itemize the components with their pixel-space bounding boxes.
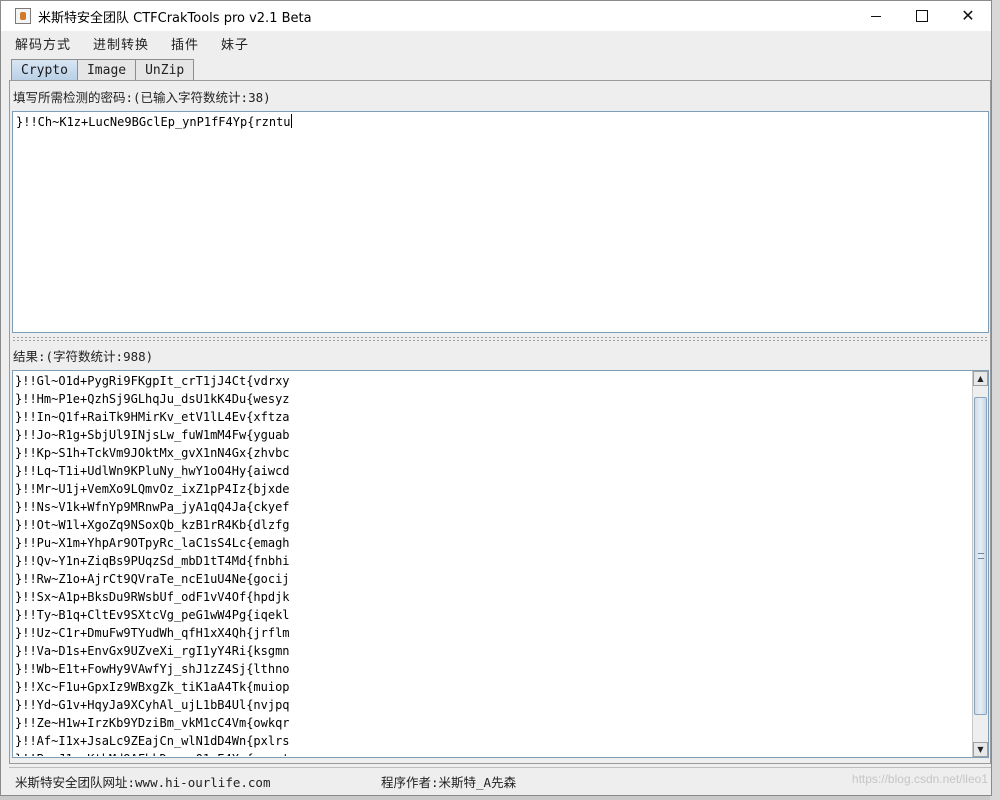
password-input[interactable]: }!!Ch~K1z+LucNe9BGclEp_ynP1fF4Yp{rzntu xyxy=(12,111,989,333)
result-line: }!!In~Q1f+RaiTk9HMirKv_etV1lL4Ev{xftza xyxy=(15,410,290,424)
menu-bar: 解码方式 进制转换 插件 妹子 xyxy=(1,31,991,55)
grip-icon xyxy=(978,553,984,559)
result-line: }!!Sx~A1p+BksDu9RWsbUf_odF1vV4Of{hpdjk xyxy=(15,590,290,604)
chevron-up-icon: ▲ xyxy=(977,374,984,383)
result-list: }!!Gl~O1d+PygRi9FKgpIt_crT1jJ4Ct{vdrxy}!… xyxy=(15,372,970,756)
result-line: }!!Uz~C1r+DmuFw9TYudWh_qfH1xX4Qh{jrflm xyxy=(15,626,290,640)
scroll-thumb[interactable] xyxy=(974,397,987,715)
result-line: }!!Yd~G1v+HqyJa9XCyhAl_ujL1bB4Ul{nvjpq xyxy=(15,698,290,712)
author-text: 程序作者:米斯特_A先森 xyxy=(381,775,517,790)
status-footer: 米斯特安全团队网址:www.hi-ourlife.com 程序作者:米斯特_A先… xyxy=(9,767,991,793)
result-label: 结果:(字符数统计:988) xyxy=(13,349,154,364)
menu-decode-method[interactable]: 解码方式 xyxy=(15,34,71,53)
menu-base-conversion[interactable]: 进制转换 xyxy=(93,34,149,53)
result-line: }!!Wb~E1t+FowHy9VAwfYj_shJ1zZ4Sj{lthno xyxy=(15,662,290,676)
title-bar[interactable]: 米斯特安全团队 CTFCrakTools pro v2.1 Beta ✕ xyxy=(1,1,991,31)
input-label: 填写所需检测的密码:(已输入字符数统计:38) xyxy=(13,90,271,105)
tab-image[interactable]: Image xyxy=(76,59,137,81)
result-scrollbar[interactable]: ▲ ▼ xyxy=(972,371,988,757)
result-line: }!!Ty~B1q+CltEv9SXtcVg_peG1wW4Pg{iqekl xyxy=(15,608,290,622)
menu-plugins[interactable]: 插件 xyxy=(171,34,199,53)
result-line: }!!Hm~P1e+QzhSj9GLhqJu_dsU1kK4Du{wesyz xyxy=(15,392,290,406)
result-line: }!!Bg~J1y+KtbMd9AFbkDo_xmO1eE4Xo{qymst xyxy=(15,750,970,756)
result-line: }!!Ns~V1k+WfnYp9MRnwPa_jyA1qQ4Ja{ckyef xyxy=(15,500,290,514)
result-line: }!!Pu~X1m+YhpAr9OTpyRc_laC1sS4Lc{emagh xyxy=(15,536,290,550)
window-controls: ✕ xyxy=(853,1,991,31)
result-line: }!!Mr~U1j+VemXo9LQmvOz_ixZ1pP4Iz{bjxde xyxy=(15,482,290,496)
chevron-down-icon: ▼ xyxy=(977,745,984,754)
result-line: }!!Jo~R1g+SbjUl9INjsLw_fuW1mM4Fw{yguab xyxy=(15,428,290,442)
java-app-icon xyxy=(15,8,31,24)
text-caret xyxy=(290,114,292,128)
result-line: }!!Xc~F1u+GpxIz9WBxgZk_tiK1aA4Tk{muiop xyxy=(15,680,290,694)
split-pane-divider[interactable] xyxy=(12,336,989,342)
tab-strip: Crypto Image UnZip xyxy=(11,59,195,81)
result-line: }!!Ze~H1w+IrzKb9YDziBm_vkM1cC4Vm{owkqr xyxy=(15,716,290,730)
maximize-button[interactable] xyxy=(899,1,945,31)
result-line: }!!Va~D1s+EnvGx9UZveXi_rgI1yY4Ri{ksgmn xyxy=(15,644,290,658)
tab-crypto[interactable]: Crypto xyxy=(11,59,78,81)
password-input-text: }!!Ch~K1z+LucNe9BGclEp_ynP1fF4Yp{rzntu xyxy=(16,115,291,129)
minimize-button[interactable] xyxy=(853,1,899,31)
close-button[interactable]: ✕ xyxy=(945,1,991,31)
result-line: }!!Ot~W1l+XgoZq9NSoxQb_kzB1rR4Kb{dlzfg xyxy=(15,518,290,532)
blog-watermark: https://blog.csdn.net/lleo1 xyxy=(851,772,988,786)
result-line: }!!Kp~S1h+TckVm9JOktMx_gvX1nN4Gx{zhvbc xyxy=(15,446,290,460)
tab-unzip[interactable]: UnZip xyxy=(135,59,195,81)
team-website-text: 米斯特安全团队网址:www.hi-ourlife.com xyxy=(15,775,271,790)
result-line: }!!Qv~Y1n+ZiqBs9PUqzSd_mbD1tT4Md{fnbhi xyxy=(15,554,290,568)
close-icon: ✕ xyxy=(961,6,975,25)
result-line: }!!Af~I1x+JsaLc9ZEajCn_wlN1dD4Wn{pxlrs xyxy=(15,734,290,748)
window-title: 米斯特安全团队 CTFCrakTools pro v2.1 Beta xyxy=(38,10,312,26)
scroll-down-button[interactable]: ▼ xyxy=(973,742,988,757)
app-window: 米斯特安全团队 CTFCrakTools pro v2.1 Beta ✕ 解码方… xyxy=(0,0,992,796)
result-line: }!!Lq~T1i+UdlWn9KPluNy_hwY1oO4Hy{aiwcd xyxy=(15,464,290,478)
menu-girl[interactable]: 妹子 xyxy=(221,34,249,53)
result-output[interactable]: }!!Gl~O1d+PygRi9FKgpIt_crT1jJ4Ct{vdrxy}!… xyxy=(12,370,989,758)
result-line: }!!Rw~Z1o+AjrCt9QVraTe_ncE1uU4Ne{gocij xyxy=(15,572,290,586)
result-line: }!!Gl~O1d+PygRi9FKgpIt_crT1jJ4Ct{vdrxy xyxy=(15,374,290,388)
scroll-up-button[interactable]: ▲ xyxy=(973,371,988,386)
